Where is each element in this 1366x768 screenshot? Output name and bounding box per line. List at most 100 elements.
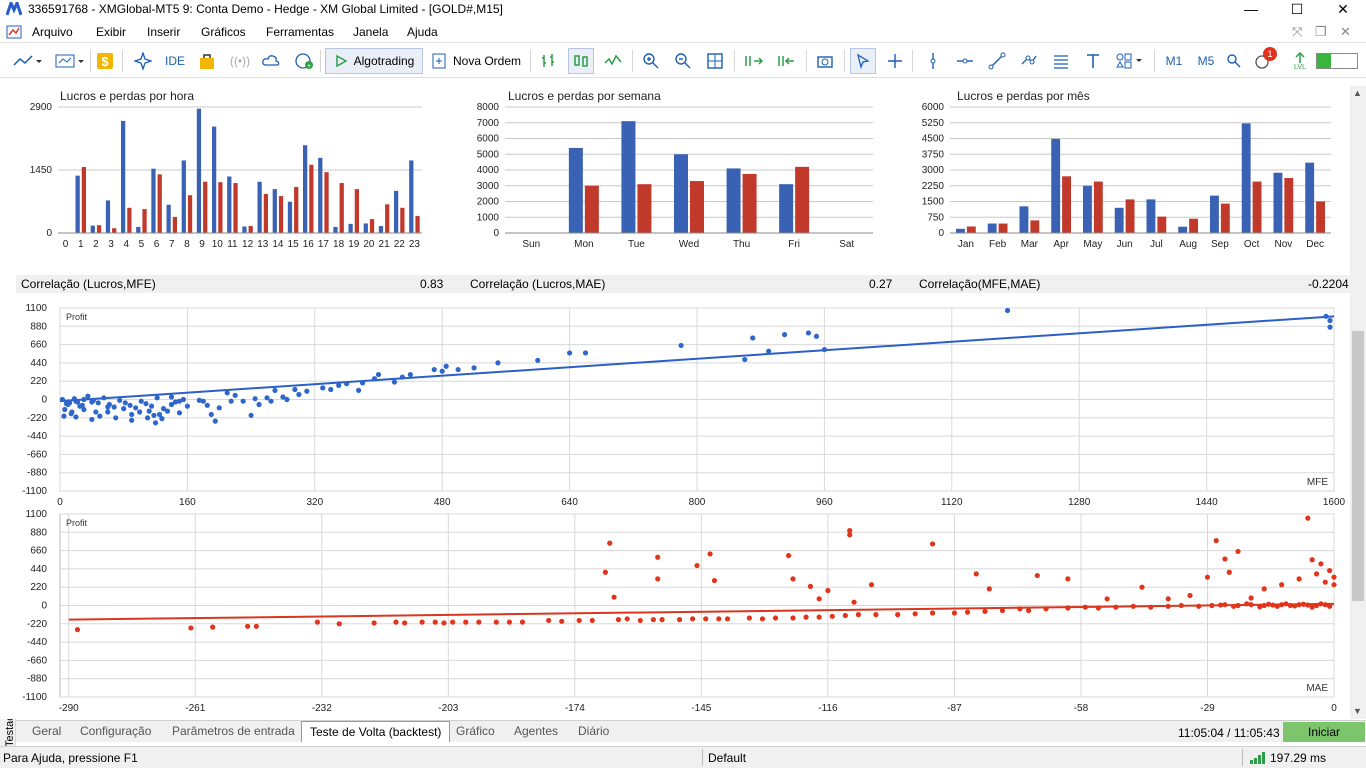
- timeframe-m5-button[interactable]: M5: [1194, 48, 1218, 74]
- line-button[interactable]: [602, 48, 624, 74]
- data-point: [1327, 317, 1333, 324]
- bar-loss: [795, 166, 810, 233]
- bar-profit: [1273, 172, 1283, 233]
- cloud-button[interactable]: [260, 48, 282, 74]
- x-tick-label: 1120: [941, 497, 963, 508]
- status-profile: Default: [708, 751, 747, 765]
- ide-button[interactable]: IDE: [162, 48, 188, 74]
- data-point: [1209, 602, 1215, 609]
- data-point: [159, 416, 165, 422]
- y-tick-label: 8000: [477, 102, 500, 113]
- doc-minimize-button[interactable]: ⤧: [1292, 24, 1302, 40]
- market-button[interactable]: $: [94, 48, 116, 74]
- grid-button[interactable]: [704, 48, 726, 74]
- bar-profit: [1019, 206, 1029, 233]
- signal-level-button[interactable]: LVL: [1290, 48, 1310, 74]
- menu-exibir[interactable]: Exibir: [96, 25, 126, 39]
- data-point: [1235, 602, 1241, 609]
- candles-button[interactable]: [568, 48, 594, 74]
- globe-button[interactable]: +: [292, 48, 316, 74]
- maximize-button[interactable]: ☐: [1274, 0, 1320, 20]
- x-tick-label: 14: [272, 239, 284, 250]
- scroll-thumb[interactable]: [1352, 331, 1364, 601]
- y-tick-label: 1100: [25, 509, 47, 520]
- bar-chart-button[interactable]: [538, 48, 560, 74]
- data-point: [432, 619, 438, 625]
- vertical-line-button[interactable]: [922, 48, 944, 74]
- x-tick-label: Jul: [1150, 239, 1163, 250]
- chart-type-button[interactable]: [8, 48, 46, 74]
- data-point: [816, 596, 822, 602]
- broadcast-button[interactable]: ((•)): [228, 48, 252, 74]
- horizontal-line-button[interactable]: [954, 48, 976, 74]
- mt5-logo-icon: [6, 2, 22, 16]
- shapes-button[interactable]: [1112, 48, 1148, 74]
- cursor-button[interactable]: [850, 48, 876, 74]
- y-tick-label: 6000: [477, 134, 500, 145]
- scroll-up-icon[interactable]: ▲: [1353, 88, 1362, 98]
- vertical-line-icon: [930, 53, 936, 69]
- tester-tabs: Geral Configuração Parâmetros de entrada…: [16, 720, 1366, 742]
- y-tick-label: 3000: [477, 181, 500, 192]
- templates-button[interactable]: [50, 48, 88, 74]
- corr-mfe-mae-label: Correlação(MFE,MAE): [919, 277, 1041, 291]
- new-order-button[interactable]: Nova Ordem: [428, 48, 524, 74]
- close-window-button[interactable]: ✕: [1320, 0, 1366, 20]
- tab-agentes[interactable]: Agentes: [508, 724, 564, 738]
- tab-parametros[interactable]: Parâmetros de entrada: [166, 724, 301, 738]
- y-tick-label: -440: [27, 637, 47, 648]
- x-tick-label: 0: [63, 239, 69, 250]
- menu-inserir[interactable]: Inserir: [147, 25, 180, 39]
- data-point: [781, 332, 788, 338]
- data-point: [232, 392, 238, 398]
- menu-graficos[interactable]: Gráficos: [201, 25, 246, 39]
- tab-diario[interactable]: Diário: [572, 724, 615, 738]
- tab-configuracao[interactable]: Configuração: [74, 724, 157, 738]
- x-tick-label: 1: [78, 239, 84, 250]
- crosshair-button[interactable]: [884, 48, 906, 74]
- doc-restore-button[interactable]: ❐: [1315, 24, 1327, 40]
- data-point: [127, 402, 133, 408]
- start-button[interactable]: Iniciar: [1283, 722, 1365, 742]
- zoom-out-button[interactable]: [672, 48, 694, 74]
- fibonacci-button[interactable]: [1050, 48, 1072, 74]
- cursor-icon: [856, 53, 870, 69]
- data-point: [1165, 603, 1171, 609]
- notifications-button[interactable]: 1: [1252, 47, 1277, 74]
- text-button[interactable]: [1082, 48, 1104, 74]
- corr-profit-mfe-value: 0.83: [420, 277, 444, 291]
- trendline-button[interactable]: [986, 48, 1008, 74]
- tab-geral[interactable]: Geral: [26, 724, 67, 738]
- vps-button[interactable]: [196, 48, 218, 74]
- x-tick-label: Sep: [1211, 239, 1229, 250]
- zoom-in-button[interactable]: [640, 48, 662, 74]
- algotrading-button[interactable]: Algotrading: [325, 48, 423, 74]
- data-point: [74, 627, 81, 633]
- autoscroll-button[interactable]: [742, 48, 766, 74]
- x-tick-label: 8: [184, 239, 190, 250]
- menu-janela[interactable]: Janela: [353, 25, 388, 39]
- timeframe-m1-button[interactable]: M1: [1162, 48, 1186, 74]
- doc-close-button[interactable]: ✕: [1340, 24, 1351, 40]
- menu-arquivo[interactable]: Arquivo: [32, 25, 73, 39]
- tab-backtest[interactable]: Teste de Volta (backtest): [301, 721, 451, 742]
- search-button[interactable]: [1224, 48, 1244, 74]
- scroll-down-icon[interactable]: ▼: [1353, 706, 1362, 716]
- data-point: [328, 386, 334, 393]
- tab-grafico[interactable]: Gráfico: [450, 724, 501, 738]
- chart-doc-icon: [6, 25, 22, 39]
- chart-shift-button[interactable]: [774, 48, 798, 74]
- vertical-scrollbar[interactable]: ▲ ▼: [1350, 86, 1366, 719]
- data-point: [89, 399, 95, 405]
- data-point: [1327, 324, 1333, 330]
- channel-button[interactable]: [1018, 48, 1040, 74]
- menu-ajuda[interactable]: Ajuda: [407, 25, 438, 39]
- screenshot-button[interactable]: [814, 48, 836, 74]
- signals-button[interactable]: [132, 48, 154, 74]
- data-point: [450, 619, 456, 625]
- data-point: [228, 398, 234, 404]
- minimize-button[interactable]: —: [1228, 0, 1274, 20]
- menu-ferramentas[interactable]: Ferramentas: [266, 25, 334, 39]
- toolbar: $ IDE ((•)) + Algotrading Nova Ordem M1 …: [0, 43, 1366, 78]
- data-point: [371, 376, 378, 382]
